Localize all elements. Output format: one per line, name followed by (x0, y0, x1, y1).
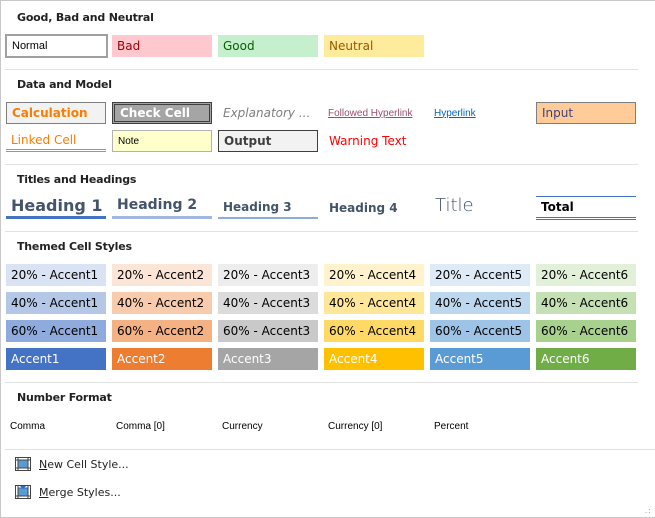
style-explanatory[interactable]: Explanatory ... (218, 102, 318, 124)
style-followed-hyperlink[interactable]: Followed Hyperlink (324, 102, 424, 124)
style-linked-cell[interactable]: Linked Cell (6, 130, 106, 152)
resize-grip[interactable]: .: (645, 507, 652, 515)
style-title[interactable]: Title (430, 192, 530, 218)
style-heading-2[interactable]: Heading 2 (112, 194, 212, 219)
section-title-good-bad-neutral: Good, Bad and Neutral (17, 11, 154, 24)
style-40pct-accent4[interactable]: 40% - Accent4 (324, 292, 424, 314)
style-accent3[interactable]: Accent3 (218, 348, 318, 370)
section-title-number-format: Number Format (17, 391, 112, 404)
section-title-themed: Themed Cell Styles (17, 240, 132, 253)
style-20pct-accent5[interactable]: 20% - Accent5 (430, 264, 530, 286)
new-cell-style-icon (15, 457, 31, 471)
new-cell-style-label: New Cell Style... (39, 457, 129, 471)
style-good[interactable]: Good (218, 35, 318, 57)
merge-styles-button[interactable]: Merge Styles... (15, 485, 121, 499)
merge-styles-label: Merge Styles... (39, 485, 121, 499)
style-60pct-accent2[interactable]: 60% - Accent2 (112, 320, 212, 342)
style-total[interactable]: Total (536, 196, 636, 220)
section-divider (5, 382, 638, 383)
style-comma[interactable]: Comma (5, 415, 105, 437)
style-60pct-accent6[interactable]: 60% - Accent6 (536, 320, 636, 342)
style-20pct-accent3[interactable]: 20% - Accent3 (218, 264, 318, 286)
style-accent6[interactable]: Accent6 (536, 348, 636, 370)
style-normal[interactable]: Normal (5, 34, 108, 58)
style-20pct-accent1[interactable]: 20% - Accent1 (6, 264, 106, 286)
style-heading-4[interactable]: Heading 4 (324, 196, 424, 219)
style-20pct-accent6[interactable]: 20% - Accent6 (536, 264, 636, 286)
style-percent[interactable]: Percent (429, 415, 529, 437)
section-divider (5, 69, 638, 70)
section-divider (5, 164, 638, 165)
style-heading-1[interactable]: Heading 1 (6, 194, 106, 219)
style-comma-0[interactable]: Comma [0] (111, 415, 211, 437)
style-hyperlink[interactable]: Hyperlink (430, 102, 530, 124)
section-divider (5, 449, 655, 450)
style-heading-3[interactable]: Heading 3 (218, 196, 318, 219)
style-accent5[interactable]: Accent5 (430, 348, 530, 370)
merge-styles-icon (15, 485, 31, 499)
style-warning-text[interactable]: Warning Text (324, 130, 424, 152)
new-cell-style-button[interactable]: New Cell Style... (15, 457, 129, 471)
style-currency[interactable]: Currency (217, 415, 317, 437)
style-note[interactable]: Note (112, 130, 212, 152)
cell-styles-gallery: Good, Bad and Neutral Normal Bad Good Ne… (0, 0, 655, 518)
style-60pct-accent3[interactable]: 60% - Accent3 (218, 320, 318, 342)
style-accent4[interactable]: Accent4 (324, 348, 424, 370)
section-title-data-model: Data and Model (17, 78, 112, 91)
style-40pct-accent2[interactable]: 40% - Accent2 (112, 292, 212, 314)
style-60pct-accent1[interactable]: 60% - Accent1 (6, 320, 106, 342)
section-title-titles-headings: Titles and Headings (17, 173, 137, 186)
style-40pct-accent3[interactable]: 40% - Accent3 (218, 292, 318, 314)
style-40pct-accent5[interactable]: 40% - Accent5 (430, 292, 530, 314)
style-input[interactable]: Input (536, 102, 636, 124)
style-bad[interactable]: Bad (112, 35, 212, 57)
style-40pct-accent6[interactable]: 40% - Accent6 (536, 292, 636, 314)
style-output[interactable]: Output (218, 130, 318, 152)
style-neutral[interactable]: Neutral (324, 35, 424, 57)
style-20pct-accent2[interactable]: 20% - Accent2 (112, 264, 212, 286)
section-divider (5, 231, 638, 232)
style-accent2[interactable]: Accent2 (112, 348, 212, 370)
style-20pct-accent4[interactable]: 20% - Accent4 (324, 264, 424, 286)
style-60pct-accent5[interactable]: 60% - Accent5 (430, 320, 530, 342)
style-calculation[interactable]: Calculation (6, 102, 106, 124)
style-currency-0[interactable]: Currency [0] (323, 415, 423, 437)
style-60pct-accent4[interactable]: 60% - Accent4 (324, 320, 424, 342)
style-check-cell[interactable]: Check Cell (112, 102, 212, 124)
style-accent1[interactable]: Accent1 (6, 348, 106, 370)
style-40pct-accent1[interactable]: 40% - Accent1 (6, 292, 106, 314)
